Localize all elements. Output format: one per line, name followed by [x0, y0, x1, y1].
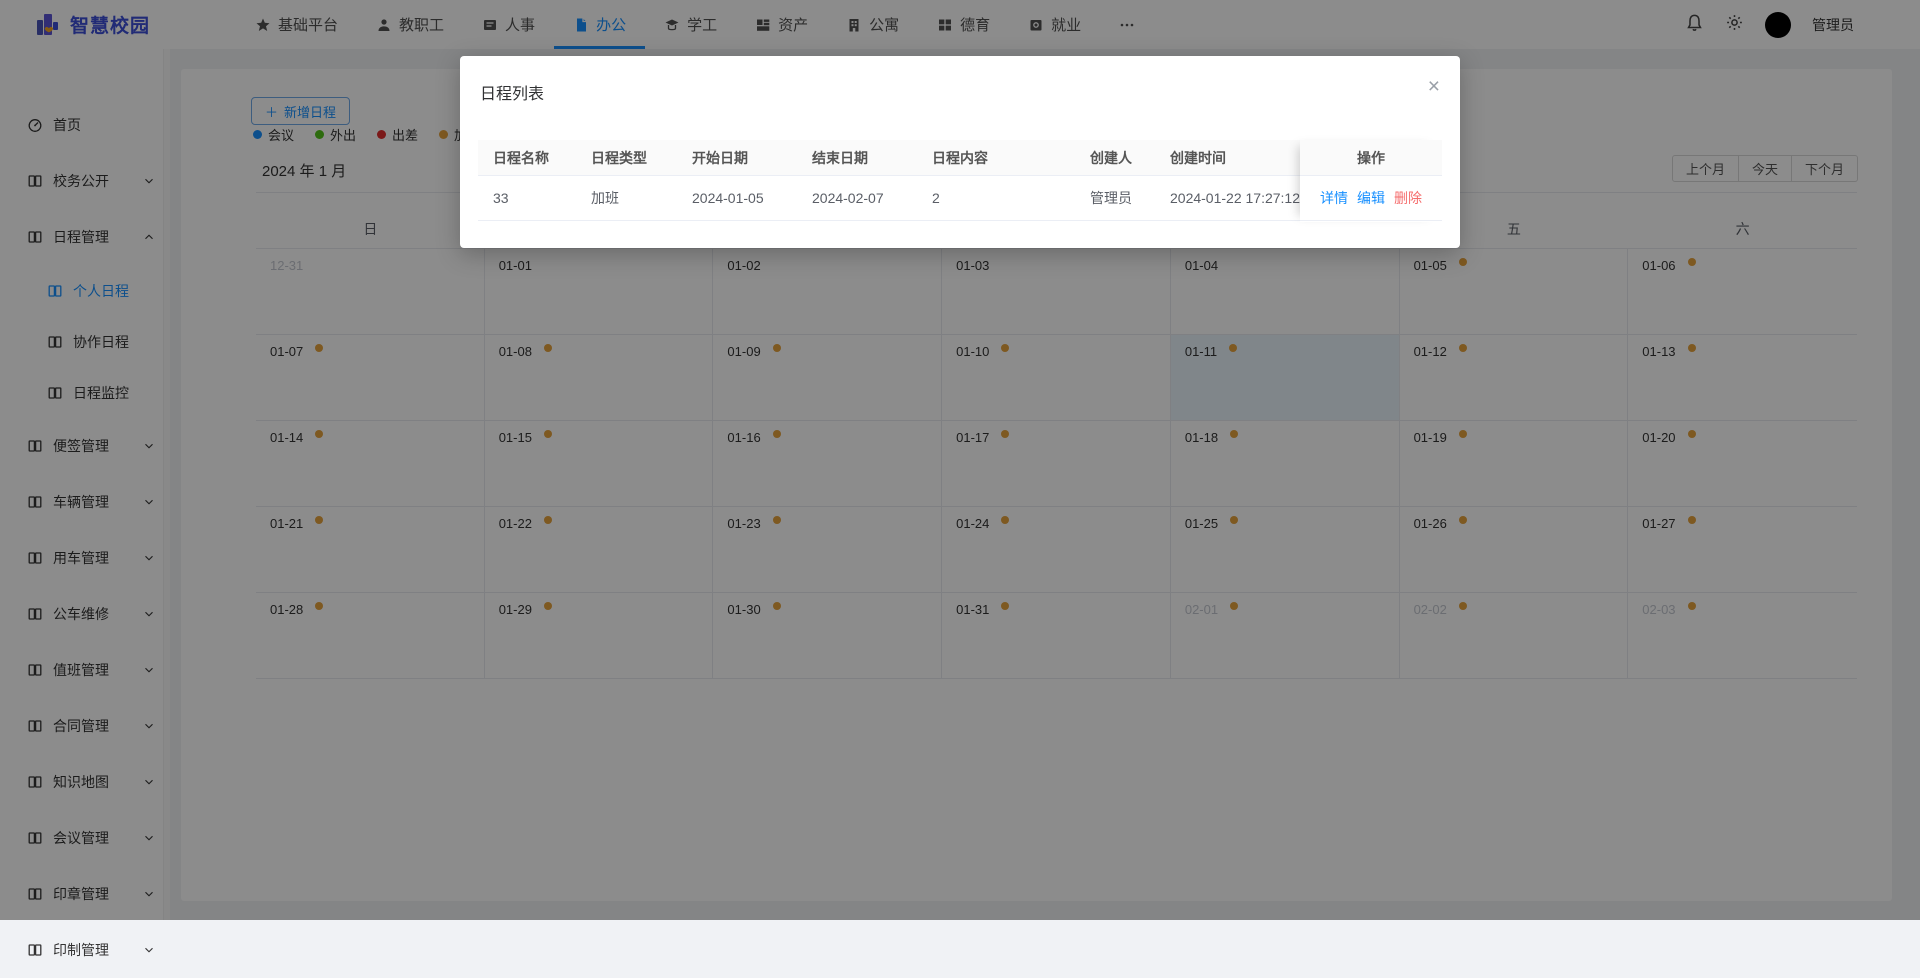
- row-cell-4: 2024-02-07: [797, 176, 917, 220]
- row-cell-2: 加班: [576, 176, 677, 220]
- book-icon: [27, 942, 43, 958]
- column-header-1: 日程名称: [478, 140, 576, 175]
- column-header-2: 日程类型: [576, 140, 677, 175]
- table-header-row: 日程名称日程类型开始日期结束日期日程内容创建人创建时间: [478, 140, 1442, 176]
- row-cell-3: 2024-01-05: [677, 176, 797, 220]
- column-header-5: 日程内容: [917, 140, 1075, 175]
- chevron-down-icon: [142, 943, 156, 957]
- action-link-删除[interactable]: 删除: [1394, 188, 1422, 208]
- close-icon[interactable]: ×: [1428, 76, 1440, 97]
- row-cell-6: 管理员: [1075, 176, 1155, 220]
- sidebar-item-label: 印制管理: [53, 940, 109, 960]
- column-header-6: 创建人: [1075, 140, 1155, 175]
- row-actions: 详情编辑删除: [1300, 176, 1442, 221]
- sidebar-item-印制管理[interactable]: 印制管理: [0, 922, 170, 978]
- modal-title: 日程列表: [480, 80, 544, 104]
- row-cell-5: 2: [917, 176, 1075, 220]
- schedule-table: 日程名称日程类型开始日期结束日期日程内容创建人创建时间 33加班2024-01-…: [478, 140, 1442, 221]
- action-link-详情[interactable]: 详情: [1320, 188, 1348, 208]
- column-header-4: 结束日期: [797, 140, 917, 175]
- row-cell-1: 33: [478, 176, 576, 220]
- table-row: 33加班2024-01-052024-02-072管理员2024-01-22 1…: [478, 176, 1442, 221]
- schedule-list-modal: 日程列表 × 日程名称日程类型开始日期结束日期日程内容创建人创建时间 33加班2…: [460, 56, 1460, 248]
- action-link-编辑[interactable]: 编辑: [1357, 188, 1385, 208]
- actions-column-header: 操作: [1300, 140, 1442, 176]
- table-fixed-actions-column: 操作 详情编辑删除: [1300, 140, 1442, 222]
- column-header-3: 开始日期: [677, 140, 797, 175]
